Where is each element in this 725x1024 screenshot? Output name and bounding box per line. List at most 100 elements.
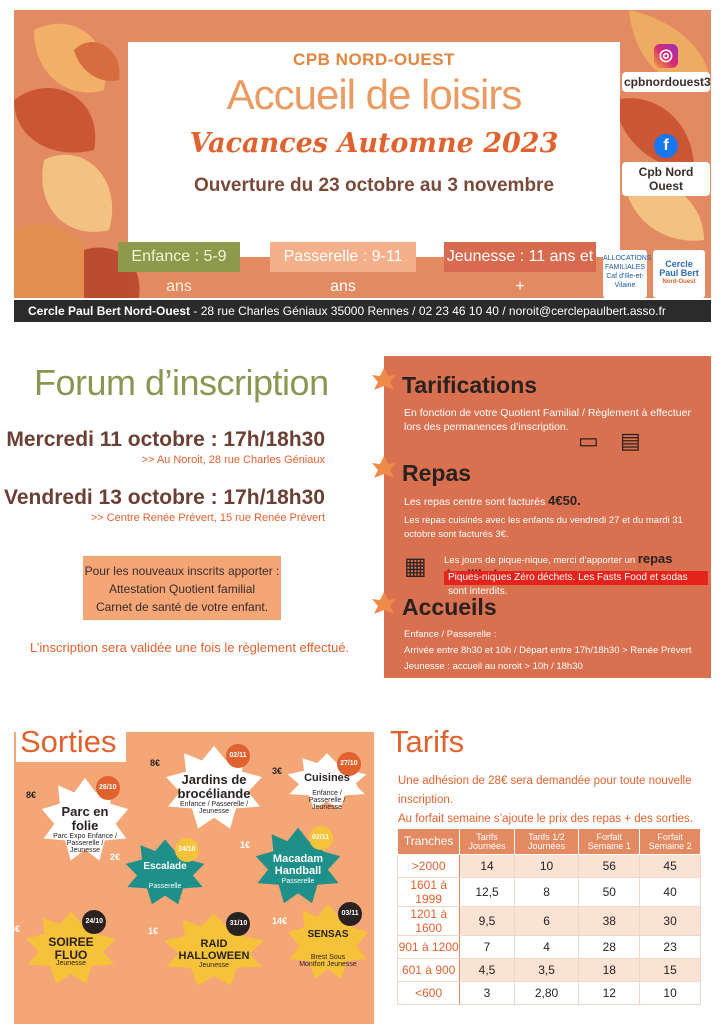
- table-header: Tarifs 1/2 Journées: [513, 828, 580, 855]
- sortie-price: 1€: [240, 840, 251, 850]
- session-time: Mercredi 11 octobre : 17h/18h30: [6, 428, 325, 451]
- picnic-basket-icon: ▦: [404, 553, 427, 580]
- sortie-groups: Jeunesse: [56, 959, 86, 967]
- sortie-card: 1€ 02/11 Macadam Handball Passerelle: [240, 826, 342, 910]
- repas-title: Repas: [402, 460, 472, 486]
- leaf-icon: [372, 368, 396, 390]
- table-cell: 23: [639, 935, 701, 959]
- sortie-name: RAID HALLOWEEN: [178, 937, 250, 962]
- opening-dates: Ouverture du 23 octobre au 3 novembre: [193, 175, 555, 196]
- facebook-icon: f: [654, 134, 678, 158]
- sortie-date-badge: 02/11: [226, 744, 250, 768]
- sortie-groups: Parc Expo Enfance / Passerelle / Jeuness…: [53, 833, 117, 855]
- sortie-name: Macadam Handball: [272, 852, 324, 877]
- accueils-line: Enfance / Passerelle :: [404, 629, 497, 640]
- repas-cooked-line: Les repas cuisinés avec les enfants du v…: [404, 515, 683, 540]
- table-cell: >2000: [396, 854, 461, 878]
- forum-session-1: Mercredi 11 octobre : 17h/18h30 >> Au No…: [6, 428, 325, 466]
- table-cell: 8: [513, 877, 580, 907]
- payment-icon: ▭: [578, 428, 599, 453]
- address-bar: Cercle Paul Bert Nord-Ouest - 28 rue Cha…: [14, 300, 711, 322]
- table-header: Tarifs Journées: [459, 828, 515, 855]
- leaf-icon: [372, 456, 396, 478]
- table-cell: 601 à 900: [396, 958, 461, 982]
- table-row: 601 à 900 4,5 3,5 18 15: [396, 958, 701, 982]
- leaf-icon: [372, 592, 396, 614]
- header-banner: CPB NORD-OUEST Accueil de loisirs Vacanc…: [14, 10, 711, 298]
- sortie-price: 3€: [10, 924, 21, 934]
- table-cell: <600: [396, 981, 461, 1005]
- hero-card: CPB NORD-OUEST Accueil de loisirs Vacanc…: [128, 42, 620, 257]
- session-time: Vendredi 13 octobre : 17h/18h30: [4, 486, 325, 509]
- table-cell: 18: [578, 958, 641, 982]
- documents-item: Attestation Quotient familial: [108, 582, 256, 596]
- social-facebook[interactable]: f Cpb Nord Ouest: [621, 134, 711, 196]
- sortie-date-badge: 26/10: [95, 776, 120, 800]
- table-cell: 14: [459, 854, 515, 878]
- table-cell: 901 à 1200: [396, 935, 461, 959]
- accueils-line: Arrivée entre 8h30 et 10h / Départ entre…: [404, 645, 692, 656]
- org-contact: - 28 rue Charles Géniaux 35000 Rennes / …: [190, 304, 666, 318]
- table-cell: 28: [578, 935, 641, 959]
- social-instagram[interactable]: ◎ cpbnordouest3: [621, 44, 711, 92]
- partner-logos: ALLOCATIONS FAMILIALES Caf d'Ille-et-Vil…: [603, 250, 705, 298]
- table-row: 1601 à 1999 12,5 8 50 40: [396, 877, 701, 907]
- sortie-name: SENSAS: [307, 928, 349, 940]
- table-cell: 2,80: [513, 981, 580, 1005]
- table-cell: 40: [639, 877, 701, 907]
- repas-price-line: Les repas centre sont facturés 4€50.: [404, 493, 581, 509]
- brand-name: CPB NORD-OUEST: [293, 50, 455, 69]
- table-header: Forfait Semaine 2: [639, 828, 701, 855]
- sortie-price: 8€: [150, 758, 161, 768]
- sortie-groups: Enfance / Passerelle / Jeunesse: [308, 790, 346, 812]
- table-cell: 38: [578, 906, 641, 936]
- table-cell: 9,5: [459, 906, 515, 936]
- documents-item: Carnet de santé de votre enfant.: [95, 600, 269, 614]
- forum-title: Forum d’inscription: [34, 362, 329, 403]
- sortie-name: SOIREE FLUO: [48, 934, 94, 962]
- tarifs-title: Tarifs: [390, 724, 465, 759]
- sortie-card: 3€ 27/10 31/10 Cuisines Enfance / Passerell…: [272, 752, 368, 814]
- validation-note: L’inscription sera validée une fois le r…: [30, 640, 350, 655]
- sortie-name: Cuisines: [304, 771, 350, 784]
- sortie-name: Escalade: [143, 861, 187, 873]
- table-cell: 4: [513, 935, 580, 959]
- tarifications-text: En fonction de votre Quotient Familial /…: [404, 407, 691, 433]
- table-cell: 4,5: [459, 958, 515, 982]
- table-cell: 1201 à 1600: [396, 906, 461, 936]
- table-cell: 1601 à 1999: [396, 877, 461, 907]
- table-cell: 6: [513, 906, 580, 936]
- tarifs-note: Une adhésion de 28€ sera demandée pour t…: [398, 772, 725, 829]
- cpb-logo: Cercle Paul Bert Nord-Ouest: [653, 250, 705, 298]
- sortie-card: 8€ 02/11 Jardins de brocéliande Enfance / P…: [150, 744, 264, 836]
- facebook-handle: Cpb Nord Ouest: [622, 162, 710, 196]
- page-subtitle: Vacances Automne 2023: [189, 128, 559, 159]
- sortie-name: Jardins de brocéliande: [177, 772, 251, 802]
- age-group-enfance: Enfance : 5-9 ans: [118, 242, 240, 295]
- page-title: Accueil de loisirs: [226, 71, 523, 118]
- sortie-name: Parc en folie: [61, 804, 109, 834]
- documents-box: Pour les nouveaux inscrits apporter : At…: [83, 556, 281, 620]
- table-cell: 3,5: [513, 958, 580, 982]
- sortie-price: 14€: [272, 916, 288, 926]
- sortie-groups: Brest Sous Montfort Jeunesse: [299, 954, 357, 969]
- accueils-line: Jeunesse : accueil au noroit > 10h / 18h…: [404, 661, 583, 672]
- tarifications-title: Tarifications: [402, 372, 538, 398]
- table-cell: 12: [578, 981, 641, 1005]
- table-header: Tranches: [396, 828, 461, 855]
- table-cell: 45: [639, 854, 701, 878]
- table-cell: 56: [578, 854, 641, 878]
- table-cell: 10: [639, 981, 701, 1005]
- tarifs-note-line: Une adhésion de 28€ sera demandée pour t…: [398, 775, 692, 806]
- sortie-card: 1€ 31/10 RAID HALLOWEEN Jeunesse: [148, 912, 266, 992]
- table-row: <600 3 2,80 12 10: [396, 981, 701, 1005]
- table-cell: 7: [459, 935, 515, 959]
- table-cell: 3: [459, 981, 515, 1005]
- table-row: >2000 14 10 56 45: [396, 854, 701, 878]
- tarifs-table: Tranches Tarifs Journées Tarifs 1/2 Jour…: [396, 828, 701, 1005]
- card-icon: ▤: [620, 428, 641, 453]
- table-cell: 50: [578, 877, 641, 907]
- session-location: >> Centre Renée Prévert, 15 rue Renée Pr…: [90, 512, 325, 524]
- instagram-handle: cpbnordouest3: [622, 72, 711, 92]
- sortie-price: 8€: [26, 790, 37, 800]
